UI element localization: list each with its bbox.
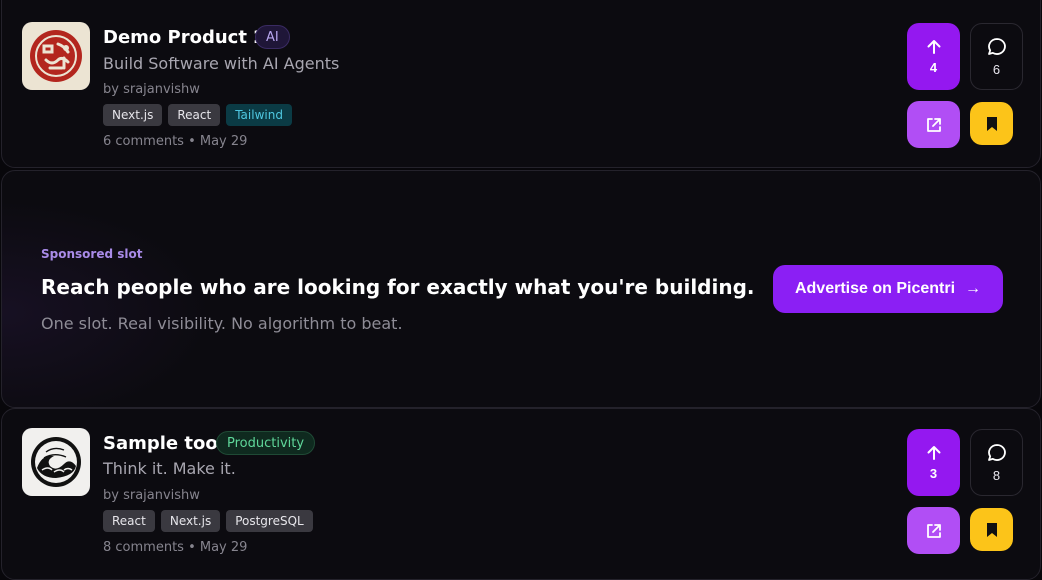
comment-count: 6 xyxy=(992,62,1001,77)
comments-button[interactable]: 6 xyxy=(970,23,1023,90)
upvote-count: 4 xyxy=(929,60,938,75)
external-link-button[interactable] xyxy=(907,507,960,554)
external-link-icon xyxy=(926,523,941,538)
product-card[interactable]: Demo Product 2 AI Build Software with AI… xyxy=(1,0,1041,168)
advertise-button[interactable]: Advertise on Picentri → xyxy=(773,265,1003,313)
upvote-button[interactable]: 3 xyxy=(907,429,960,496)
external-link-button[interactable] xyxy=(907,101,960,148)
sponsored-headline: Reach people who are looking for exactly… xyxy=(41,275,755,299)
arrow-right-icon: → xyxy=(965,280,982,297)
product-byline: by srajanvishw xyxy=(103,82,200,97)
external-link-icon xyxy=(926,117,941,132)
tag-list: React Next.js PostgreSQL xyxy=(103,510,313,532)
product-logo[interactable] xyxy=(22,22,90,90)
red-seal-icon xyxy=(30,30,82,82)
product-logo[interactable] xyxy=(22,428,90,496)
bookmark-icon xyxy=(986,116,997,131)
sponsored-card: Sponsored slot Reach people who are look… xyxy=(1,170,1041,408)
category-badge[interactable]: Productivity xyxy=(216,431,316,455)
product-tagline: Build Software with AI Agents xyxy=(103,54,340,73)
sponsored-label: Sponsored slot xyxy=(41,247,143,261)
upvote-count: 3 xyxy=(929,466,938,481)
product-title[interactable]: Sample tool xyxy=(103,433,224,454)
tag-react[interactable]: React xyxy=(103,510,155,532)
comment-count: 8 xyxy=(992,468,1001,483)
bookmark-icon xyxy=(986,522,997,537)
product-tagline: Think it. Make it. xyxy=(103,459,236,478)
product-byline: by srajanvishw xyxy=(103,488,200,503)
arrow-up-icon xyxy=(927,40,940,54)
category-badge[interactable]: AI xyxy=(255,25,290,49)
wave-icon xyxy=(31,437,81,487)
comments-button[interactable]: 8 xyxy=(970,429,1023,496)
arrow-up-icon xyxy=(927,446,940,460)
comment-bubble-icon xyxy=(987,444,1006,461)
sponsored-subtext: One slot. Real visibility. No algorithm … xyxy=(41,314,403,333)
product-meta: 6 comments • May 29 xyxy=(103,134,248,149)
advertise-button-label: Advertise on Picentri xyxy=(794,280,956,297)
product-title[interactable]: Demo Product 2 xyxy=(103,27,266,48)
comment-bubble-icon xyxy=(987,38,1006,55)
tag-nextjs[interactable]: Next.js xyxy=(103,104,163,126)
tag-tailwind[interactable]: Tailwind xyxy=(226,104,292,126)
bookmark-button[interactable] xyxy=(970,102,1013,145)
product-meta: 8 comments • May 29 xyxy=(103,540,248,555)
tag-react[interactable]: React xyxy=(168,104,221,126)
upvote-button[interactable]: 4 xyxy=(907,23,960,90)
tag-list: Next.js React Tailwind xyxy=(103,104,292,126)
tag-postgresql[interactable]: PostgreSQL xyxy=(226,510,313,532)
product-card[interactable]: Sample tool Productivity Think it. Make … xyxy=(1,408,1041,580)
bookmark-button[interactable] xyxy=(970,508,1013,551)
tag-nextjs[interactable]: Next.js xyxy=(160,510,221,532)
